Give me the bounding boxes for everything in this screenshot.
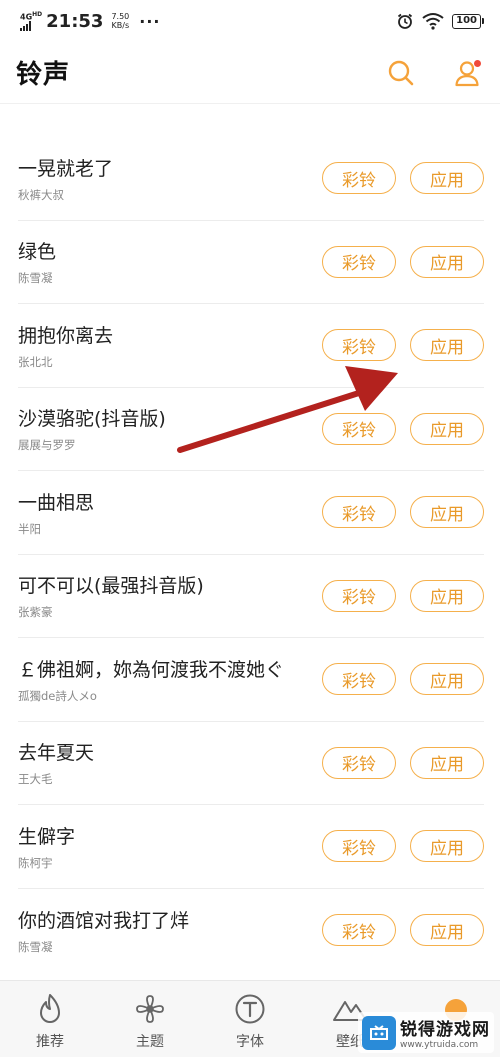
ringtone-artist: 张紫豪 [18,605,53,620]
network-indicator: 4GHD [20,11,42,32]
flame-icon [40,994,60,1023]
network-type: 4G [20,12,33,22]
caller-ringtone-button[interactable]: 彩铃 [322,830,396,863]
caller-ringtone-button[interactable]: 彩铃 [322,245,396,278]
signal-icon [20,21,31,32]
apply-button[interactable]: 应用 [410,329,484,362]
ringtone-artist: 展展与罗罗 [18,438,76,453]
list-item[interactable]: 拥抱你离去张北北 彩铃 应用 [18,304,484,388]
apply-button[interactable]: 应用 [410,162,484,195]
network-speed: 7.50 KB/s [111,12,129,30]
list-item[interactable]: 可不可以(最强抖音版) 张紫豪 彩铃 应用 [18,555,484,638]
site-watermark: 锐得游戏网 www.ytruida.com [358,1012,494,1053]
tab-fonts[interactable]: 字体 [200,981,300,1057]
apply-button[interactable]: 应用 [410,663,484,696]
tab-recommend[interactable]: 推荐 [0,981,100,1057]
list-item[interactable]: 沙漠骆驼(抖音版) 展展与罗罗 彩铃 应用 [18,388,484,471]
pinwheel-icon [136,995,164,1023]
apply-button[interactable]: 应用 [410,412,484,445]
caller-ringtone-button[interactable]: 彩铃 [322,412,396,445]
ringtone-title: 一曲相思 [18,491,95,514]
alarm-icon [398,13,413,29]
apply-button[interactable]: 应用 [410,830,484,863]
tab-label: 字体 [236,1034,264,1050]
caller-ringtone-button[interactable]: 彩铃 [322,746,396,779]
battery-icon: 100 [452,13,484,29]
watermark-name: 锐得游戏网 [400,1020,490,1040]
ringtone-artist: 张北北 [18,354,53,369]
watermark-logo-icon [362,1015,396,1050]
ringtone-title: 沙漠骆驼(抖音版) [18,408,166,431]
ringtone-artist: 半阳 [18,521,41,536]
font-icon [235,994,265,1024]
ringtone-title: 一晃就老了 [18,157,114,180]
ringtone-artist: 陈雪凝 [18,939,53,954]
ringtone-title: 可不可以(最强抖音版) [18,575,204,598]
search-button[interactable] [386,58,416,88]
network-hd: HD [32,10,43,18]
profile-button[interactable] [452,58,482,88]
status-bar: 4GHD 21:53 7.50 KB/s ··· 100 [0,0,500,42]
list-item[interactable]: 生僻字陈柯宇 彩铃 应用 [18,805,484,889]
speed-unit: KB/s [111,21,130,30]
apply-button[interactable]: 应用 [410,914,484,947]
ringtone-artist: 王大毛 [18,772,53,787]
notification-dot [474,59,481,67]
list-item[interactable]: 绿色陈雪凝 彩铃 应用 [18,221,484,304]
ringtone-list: 一晃就老了 秋裤大叔 彩铃 应用 绿色 陈雪凝 彩铃 应用 拥抱你离去 张北北 彩铃 应用 … [0,137,500,972]
page-title: 铃声 [16,60,71,90]
ringtone-artist: 秋裤大叔 [18,187,64,202]
list-item[interactable]: ￡佛祖婀，妳為何渡我不渡她ぐ孤獨de詩人メo 彩铃 应用 [18,638,484,722]
apply-button[interactable]: 应用 [410,746,484,779]
battery-level: 100 [452,13,481,29]
caller-ringtone-button[interactable]: 彩铃 [322,162,396,195]
status-time: 21:53 [46,10,104,32]
app-header: 铃声 [0,42,500,104]
tab-themes[interactable]: 主题 [100,981,200,1057]
ringtone-title: 拥抱你离去 [18,324,114,347]
wifi-icon [422,13,444,30]
ringtone-title: 绿色 [18,241,57,264]
caller-ringtone-button[interactable]: 彩铃 [322,914,396,947]
apply-button[interactable]: 应用 [410,579,484,612]
watermark-url: www.ytruida.com [400,1040,479,1050]
ringtone-artist: 孤獨de詩人メo [18,688,97,703]
tab-label: 推荐 [36,1034,64,1050]
ringtone-artist: 陈柯宇 [18,855,53,870]
ringtone-title: 去年夏天 [18,742,95,765]
apply-button[interactable]: 应用 [410,245,484,278]
list-item[interactable]: 你的酒馆对我打了烊陈雪凝 彩铃 应用 [18,889,484,973]
ringtone-title: 你的酒馆对我打了烊 [18,909,190,932]
ringtone-title: 生僻字 [18,825,76,848]
tab-label: 主题 [136,1034,164,1050]
caller-ringtone-button[interactable]: 彩铃 [322,496,396,529]
apply-button[interactable]: 应用 [410,496,484,529]
speed-value: 7.50 [111,12,130,21]
list-item[interactable]: 一晃就老了秋裤大叔 彩铃 应用 [18,137,484,221]
list-item[interactable]: 去年夏天王大毛 彩铃 应用 [18,722,484,805]
caller-ringtone-button[interactable]: 彩铃 [322,329,396,362]
caller-ringtone-button[interactable]: 彩铃 [322,663,396,696]
list-item[interactable]: 一曲相思半阳 彩铃 应用 [18,471,484,555]
search-icon [388,60,414,85]
caller-ringtone-button[interactable]: 彩铃 [322,579,396,612]
ringtone-title: ￡佛祖婀，妳為何渡我不渡她ぐ [18,658,285,681]
more-notifications: ··· [139,11,161,31]
ringtone-artist: 陈雪凝 [18,271,53,286]
